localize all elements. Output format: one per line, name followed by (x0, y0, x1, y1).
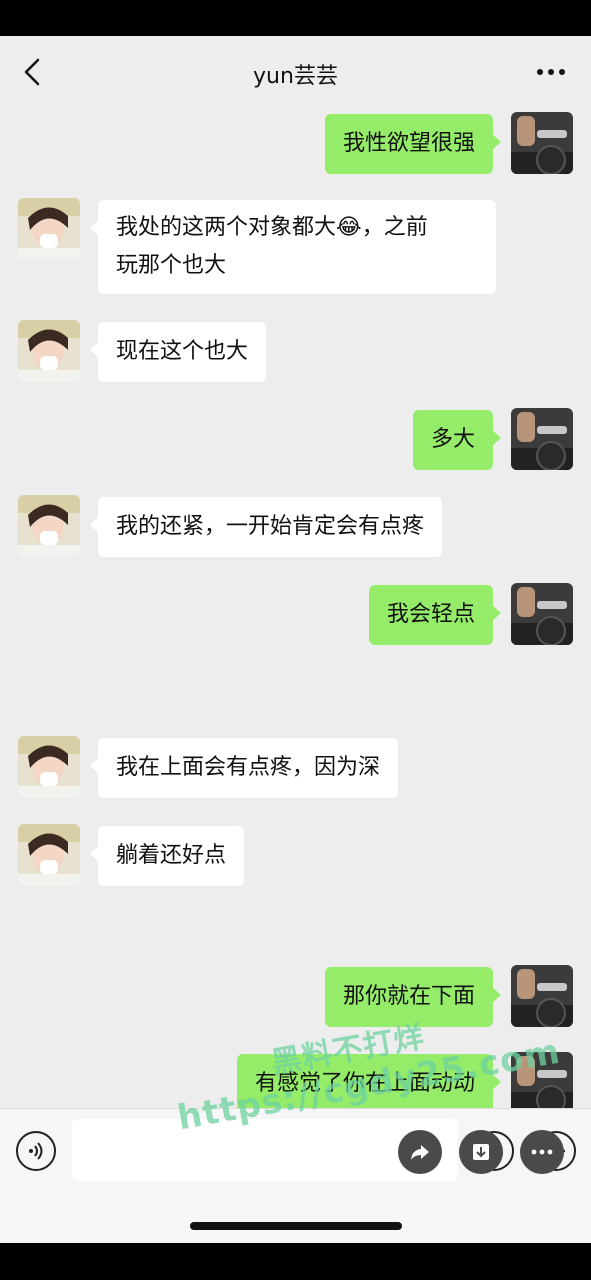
more-dots-icon (531, 1149, 553, 1155)
home-indicator[interactable] (190, 1222, 402, 1230)
download-button[interactable] (459, 1130, 503, 1174)
download-icon (473, 1144, 489, 1160)
voice-input-button[interactable] (16, 1131, 56, 1171)
contact-avatar[interactable] (18, 320, 80, 382)
sent-bubble[interactable]: 多大 (412, 410, 502, 470)
message-text: 我性欲望很强 (342, 131, 475, 156)
received-bubble[interactable]: 我处的这两个对象都大😂，之前 玩那个也大 (90, 200, 496, 294)
received-bubble[interactable]: 我在上面会有点疼，因为深 (89, 738, 399, 798)
received-bubble[interactable]: 现在这个也大 (89, 322, 267, 382)
laughing-emoji-icon: 😂 (336, 215, 362, 240)
share-button[interactable] (398, 1130, 442, 1174)
contact-avatar[interactable] (18, 824, 80, 886)
message-text: 那你就在下面 (342, 984, 475, 1009)
contact-avatar[interactable] (18, 736, 80, 798)
self-avatar[interactable] (511, 408, 573, 470)
contact-avatar[interactable] (18, 198, 80, 260)
message-text: 现在这个也大 (116, 339, 249, 364)
self-avatar[interactable] (511, 583, 573, 645)
message-text-continued: ，之前 (361, 215, 428, 240)
chat-title: yun芸芸 (253, 64, 338, 89)
message-text: 我的还紧，一开始肯定会有点疼 (116, 514, 425, 539)
share-arrow-icon (411, 1145, 429, 1160)
self-avatar[interactable] (511, 965, 573, 1027)
received-bubble[interactable]: 躺着还好点 (89, 826, 245, 886)
sent-bubble[interactable]: 我会轻点 (368, 585, 502, 645)
message-text: 我在上面会有点疼，因为深 (116, 755, 381, 780)
message-text-line2: 玩那个也大 (116, 253, 227, 278)
contact-avatar[interactable] (18, 495, 80, 557)
message-text: 我会轻点 (386, 602, 475, 627)
message-text: 多大 (430, 427, 475, 452)
top-bar: yun芸芸 (0, 36, 591, 108)
sent-bubble[interactable]: 我性欲望很强 (324, 114, 502, 174)
more-dots-icon (537, 69, 565, 75)
more-options-button[interactable] (531, 56, 571, 88)
message-text: 我处的这两个对象都大 (116, 215, 337, 240)
message-text: 躺着还好点 (116, 843, 227, 868)
message-list[interactable]: 我性欲望很强 我处的这两个对象都大😂，之前 玩那个也大 现在这个也大 多大 我的… (0, 108, 591, 1108)
voice-icon (29, 1142, 43, 1160)
more-menu-button[interactable] (520, 1130, 564, 1174)
self-avatar[interactable] (511, 112, 573, 174)
received-bubble[interactable]: 我的还紧，一开始肯定会有点疼 (89, 497, 443, 557)
